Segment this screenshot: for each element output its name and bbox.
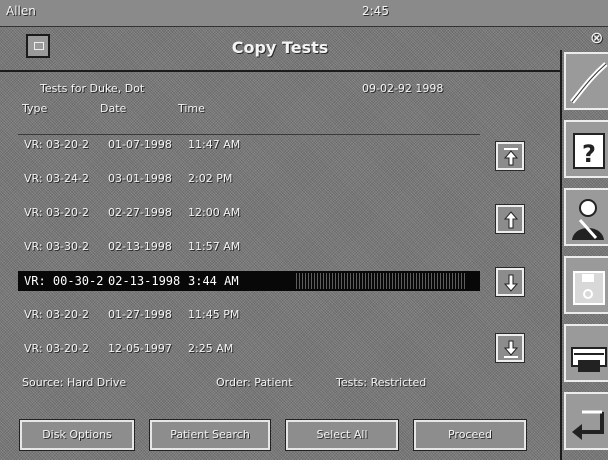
test-row[interactable]: VR: 03-20-2 02-27-1998 12:00 AM [18, 203, 480, 223]
pen-icon [570, 62, 608, 104]
printer-icon [571, 347, 607, 372]
scroll-bottom-icon [503, 340, 519, 358]
row-time: 11:57 AM [188, 240, 241, 253]
test-list[interactable]: VR: 03-20-2 01-07-1998 11:47 AM VR: 03-2… [18, 134, 480, 373]
disk-icon [573, 271, 605, 305]
row-date: 02-13-1998 [108, 274, 181, 288]
sidebar-back-button[interactable] [564, 392, 608, 450]
patient-search-button[interactable]: Patient Search [149, 419, 271, 451]
scroll-up-icon [503, 211, 519, 229]
row-type: VR: 03-24-2 [24, 172, 89, 185]
title-bar: Copy Tests [0, 26, 560, 72]
status-clock: 2:45 [362, 4, 389, 18]
scroll-bottom-button[interactable] [495, 333, 525, 363]
disk-options-button[interactable]: Disk Options [19, 419, 135, 451]
row-type: VR: 03-20-2 [24, 308, 89, 321]
column-header-type[interactable]: Type [22, 102, 47, 115]
row-time: 12:00 AM [188, 206, 241, 219]
sidebar-disk-button[interactable] [564, 256, 608, 314]
proceed-button[interactable]: Proceed [413, 419, 527, 451]
test-row[interactable]: VR: 03-20-2 01-27-1998 11:45 PM [18, 305, 480, 325]
scroll-down-button[interactable] [495, 267, 525, 297]
row-type: VR: 00-30-2 [24, 274, 104, 288]
test-row[interactable]: VR: 03-20-2 12-05-1997 2:25 AM [18, 339, 480, 359]
row-date: 01-27-1998 [108, 308, 172, 321]
order-label: Order: Patient [216, 376, 293, 389]
row-time: 2:02 PM [188, 172, 233, 185]
row-date: 02-27-1998 [108, 206, 172, 219]
scroll-down-icon [503, 274, 519, 292]
scroll-up-button[interactable] [495, 204, 525, 234]
sidebar-pen-button[interactable] [564, 52, 608, 110]
restriction-label: Tests: Restricted [336, 376, 427, 389]
row-time: 11:45 PM [188, 308, 240, 321]
tests-for-label: Tests for Duke, Dot [40, 82, 145, 95]
row-date: 12-05-1997 [108, 342, 172, 355]
sidebar-toolbar: ? [560, 50, 608, 460]
row-date: 02-13-1998 [108, 240, 172, 253]
selection-dither [296, 273, 466, 289]
date-range-label: 09-02-92 1998 [362, 82, 444, 95]
row-time: 11:47 AM [188, 138, 241, 151]
test-row[interactable]: VR: 03-20-2 01-07-1998 11:47 AM [18, 135, 480, 155]
test-row[interactable]: VR: 03-30-2 02-13-1998 11:57 AM [18, 237, 480, 257]
source-label: Source: Hard Drive [22, 376, 127, 389]
test-row[interactable]: VR: 03-24-2 03-01-1998 2:02 PM [18, 169, 480, 189]
sidebar-help-button[interactable]: ? [564, 120, 608, 178]
status-left-text: Allen [6, 4, 36, 18]
row-time: 3:44 AM [188, 274, 239, 288]
status-bar: Allen 2:45 [0, 0, 608, 27]
row-date: 03-01-1998 [108, 172, 172, 185]
select-all-button[interactable]: Select All [285, 419, 399, 451]
column-header-date[interactable]: Date [100, 102, 126, 115]
help-icon: ? [573, 133, 605, 169]
row-type: VR: 03-20-2 [24, 138, 89, 151]
sidebar-print-button[interactable] [564, 324, 608, 382]
footer-info: Source: Hard Drive Order: Patient Tests:… [18, 374, 538, 394]
row-type: VR: 03-20-2 [24, 342, 89, 355]
scroll-top-button[interactable] [495, 141, 525, 171]
row-time: 2:25 AM [188, 342, 234, 355]
svg-text:?: ? [582, 140, 596, 168]
row-date: 01-07-1998 [108, 138, 172, 151]
column-header-time[interactable]: Time [178, 102, 205, 115]
test-row-selected[interactable]: VR: 00-30-2 02-13-1998 3:44 AM [18, 271, 480, 291]
person-icon [572, 199, 604, 240]
list-header: Tests for Duke, Dot 09-02-92 1998 Type D… [18, 82, 498, 122]
back-icon [572, 410, 604, 440]
window-title: Copy Tests [231, 38, 329, 57]
scroll-top-icon [503, 148, 519, 166]
sidebar-patient-button[interactable] [564, 188, 608, 246]
info-corner-icon[interactable]: ⊗ [590, 28, 603, 47]
row-type: VR: 03-30-2 [24, 240, 89, 253]
row-type: VR: 03-20-2 [24, 206, 89, 219]
